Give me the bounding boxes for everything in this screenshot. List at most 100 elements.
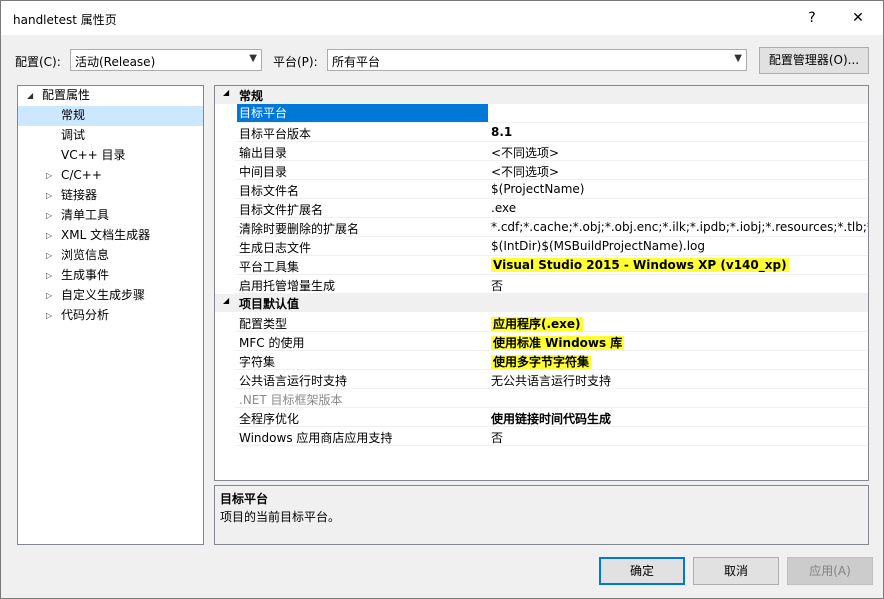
collapsed-arrow-icon[interactable]: ▷ [46, 187, 52, 205]
property-value[interactable]: Visual Studio 2015 - Windows XP (v140_xp… [491, 258, 868, 272]
property-value[interactable]: .exe [491, 201, 868, 215]
property-row-build-log-file[interactable]: 生成日志文件 $(IntDir)$(MSBuildProjectName).lo… [235, 237, 868, 256]
property-pages-dialog: handletest 属性页 ? ✕ 配置(C): 活动(Release) ▼ … [0, 0, 884, 599]
property-value[interactable]: 使用多字节字符集 [491, 353, 868, 370]
chevron-down-icon: ▼ [734, 53, 742, 64]
property-value[interactable]: <不同选项> [491, 163, 868, 180]
tree-item-label: 链接器 [61, 188, 98, 202]
property-row-target-platform[interactable]: 目标平台 [235, 104, 868, 123]
collapsed-arrow-icon[interactable]: ▷ [46, 167, 52, 185]
tree-item-build-events[interactable]: ▷ 生成事件 [18, 266, 203, 286]
property-value[interactable]: 使用链接时间代码生成 [491, 410, 868, 427]
cancel-button[interactable]: 取消 [693, 557, 779, 585]
property-name: 全程序优化 [239, 412, 300, 426]
property-value[interactable]: $(IntDir)$(MSBuildProjectName).log [491, 239, 868, 253]
property-row-clr-support[interactable]: 公共语言运行时支持 无公共语言运行时支持 [235, 370, 868, 389]
collapsed-arrow-icon[interactable]: ▷ [46, 207, 52, 225]
close-icon[interactable]: ✕ [843, 7, 873, 29]
tree-item-label: VC++ 目录 [61, 148, 126, 162]
highlighted-value: 应用程序(.exe) [491, 317, 583, 331]
property-value[interactable]: $(ProjectName) [491, 182, 868, 196]
property-row-target-name[interactable]: 目标文件名 $(ProjectName) [235, 180, 868, 199]
tree-item-label: 浏览信息 [61, 248, 110, 262]
help-icon[interactable]: ? [797, 7, 827, 29]
platform-label: 平台(P): [273, 55, 318, 69]
collapsed-arrow-icon[interactable]: ▷ [46, 307, 52, 325]
apply-button[interactable]: 应用(A) [787, 557, 873, 585]
description-panel: 目标平台 项目的当前目标平台。 [214, 485, 869, 545]
expanded-arrow-icon[interactable]: ◢ [223, 88, 229, 97]
collapsed-arrow-icon[interactable]: ▷ [46, 267, 52, 285]
property-value[interactable]: 应用程序(.exe) [491, 315, 868, 332]
property-name: 目标文件扩展名 [239, 203, 324, 217]
tree-item-xml-doc-generator[interactable]: ▷ XML 文档生成器 [18, 226, 203, 246]
property-value[interactable]: 使用标准 Windows 库 [491, 334, 868, 351]
property-row-intermediate-directory[interactable]: 中间目录 <不同选项> [235, 161, 868, 180]
platform-select-value: 所有平台 [332, 55, 381, 69]
property-name: MFC 的使用 [239, 336, 305, 350]
property-row-whole-program-optimization[interactable]: 全程序优化 使用链接时间代码生成 [235, 408, 868, 427]
config-select[interactable]: 活动(Release) ▼ [70, 49, 262, 71]
expanded-arrow-icon[interactable]: ◢ [223, 296, 229, 305]
highlighted-value: Visual Studio 2015 - Windows XP (v140_xp… [491, 258, 789, 272]
tree-item-manifest-tool[interactable]: ▷ 清单工具 [18, 206, 203, 226]
collapsed-arrow-icon[interactable]: ▷ [46, 227, 52, 245]
expanded-arrow-icon[interactable]: ◢ [27, 87, 33, 105]
property-row-net-target-framework[interactable]: .NET 目标框架版本 [235, 389, 868, 408]
property-value[interactable]: 否 [491, 277, 868, 294]
property-row-platform-toolset[interactable]: 平台工具集 Visual Studio 2015 - Windows XP (v… [235, 256, 868, 275]
description-text: 项目的当前目标平台。 [220, 510, 341, 524]
property-name: 配置类型 [239, 317, 288, 331]
tree-item-label: XML 文档生成器 [61, 228, 151, 242]
property-name: 清除时要删除的扩展名 [239, 222, 360, 236]
tree-item-config-properties[interactable]: ◢ 配置属性 [18, 86, 203, 106]
tree-item-linker[interactable]: ▷ 链接器 [18, 186, 203, 206]
ok-button[interactable]: 确定 [599, 557, 685, 585]
property-name: 平台工具集 [239, 260, 300, 274]
tree-item-label: 清单工具 [61, 208, 110, 222]
property-row-character-set[interactable]: 字符集 使用多字节字符集 [235, 351, 868, 370]
description-title: 目标平台 [220, 492, 269, 506]
property-value[interactable]: 8.1 [491, 125, 868, 139]
property-value[interactable]: <不同选项> [491, 144, 868, 161]
property-grid[interactable]: ◢ 常规 目标平台 目标平台版本 8.1 输出目录 <不同选项> 中间目录 <不… [214, 85, 869, 481]
property-row-clean-extensions[interactable]: 清除时要删除的扩展名 *.cdf;*.cache;*.obj;*.obj.enc… [235, 218, 868, 237]
collapsed-arrow-icon[interactable]: ▷ [46, 247, 52, 265]
property-name: 目标平台版本 [239, 127, 312, 141]
platform-select[interactable]: 所有平台 ▼ [327, 49, 747, 71]
property-name: 输出目录 [239, 146, 288, 160]
property-row-windows-store-app-support[interactable]: Windows 应用商店应用支持 否 [235, 427, 868, 446]
highlighted-value: 使用多字节字符集 [491, 355, 592, 369]
configuration-manager-button[interactable]: 配置管理器(O)... [759, 47, 869, 74]
property-name: 目标文件名 [239, 184, 300, 198]
tree-item-code-analysis[interactable]: ▷ 代码分析 [18, 306, 203, 326]
property-row-output-directory[interactable]: 输出目录 <不同选项> [235, 142, 868, 161]
property-value[interactable]: 无公共语言运行时支持 [491, 372, 868, 389]
property-value[interactable]: 否 [491, 429, 868, 446]
collapsed-arrow-icon[interactable]: ▷ [46, 287, 52, 305]
category-project-defaults[interactable]: ◢ 项目默认值 [215, 294, 868, 312]
tree-item-browse-info[interactable]: ▷ 浏览信息 [18, 246, 203, 266]
tree-item-label: 生成事件 [61, 268, 110, 282]
tree-item-c-cpp[interactable]: ▷ C/C++ [18, 166, 203, 186]
property-value[interactable]: *.cdf;*.cache;*.obj;*.obj.enc;*.ilk;*.ip… [491, 220, 868, 234]
chevron-down-icon: ▼ [249, 53, 257, 64]
property-tree[interactable]: ◢ 配置属性 常规 调试 VC++ 目录 ▷ C/C++ ▷ 链接器 ▷ 清单工… [17, 85, 204, 545]
tree-item-general[interactable]: 常规 [18, 106, 203, 126]
tree-item-custom-build-step[interactable]: ▷ 自定义生成步骤 [18, 286, 203, 306]
tree-item-label: 代码分析 [61, 308, 110, 322]
property-name: 生成日志文件 [239, 241, 312, 255]
tree-item-debugging[interactable]: 调试 [18, 126, 203, 146]
property-row-target-extension[interactable]: 目标文件扩展名 .exe [235, 199, 868, 218]
property-row-use-of-mfc[interactable]: MFC 的使用 使用标准 Windows 库 [235, 332, 868, 351]
property-name: .NET 目标框架版本 [239, 393, 343, 407]
property-row-managed-incremental-build[interactable]: 启用托管增量生成 否 [235, 275, 868, 294]
title-bar: handletest 属性页 ? ✕ [1, 1, 883, 35]
property-name: 公共语言运行时支持 [239, 374, 348, 388]
property-row-configuration-type[interactable]: 配置类型 应用程序(.exe) [235, 313, 868, 332]
tree-item-label: 调试 [61, 128, 86, 142]
property-row-target-platform-version[interactable]: 目标平台版本 8.1 [235, 123, 868, 142]
category-general[interactable]: ◢ 常规 [215, 86, 868, 104]
tree-item-vc-directories[interactable]: VC++ 目录 [18, 146, 203, 166]
window-title: handletest 属性页 [13, 13, 117, 27]
